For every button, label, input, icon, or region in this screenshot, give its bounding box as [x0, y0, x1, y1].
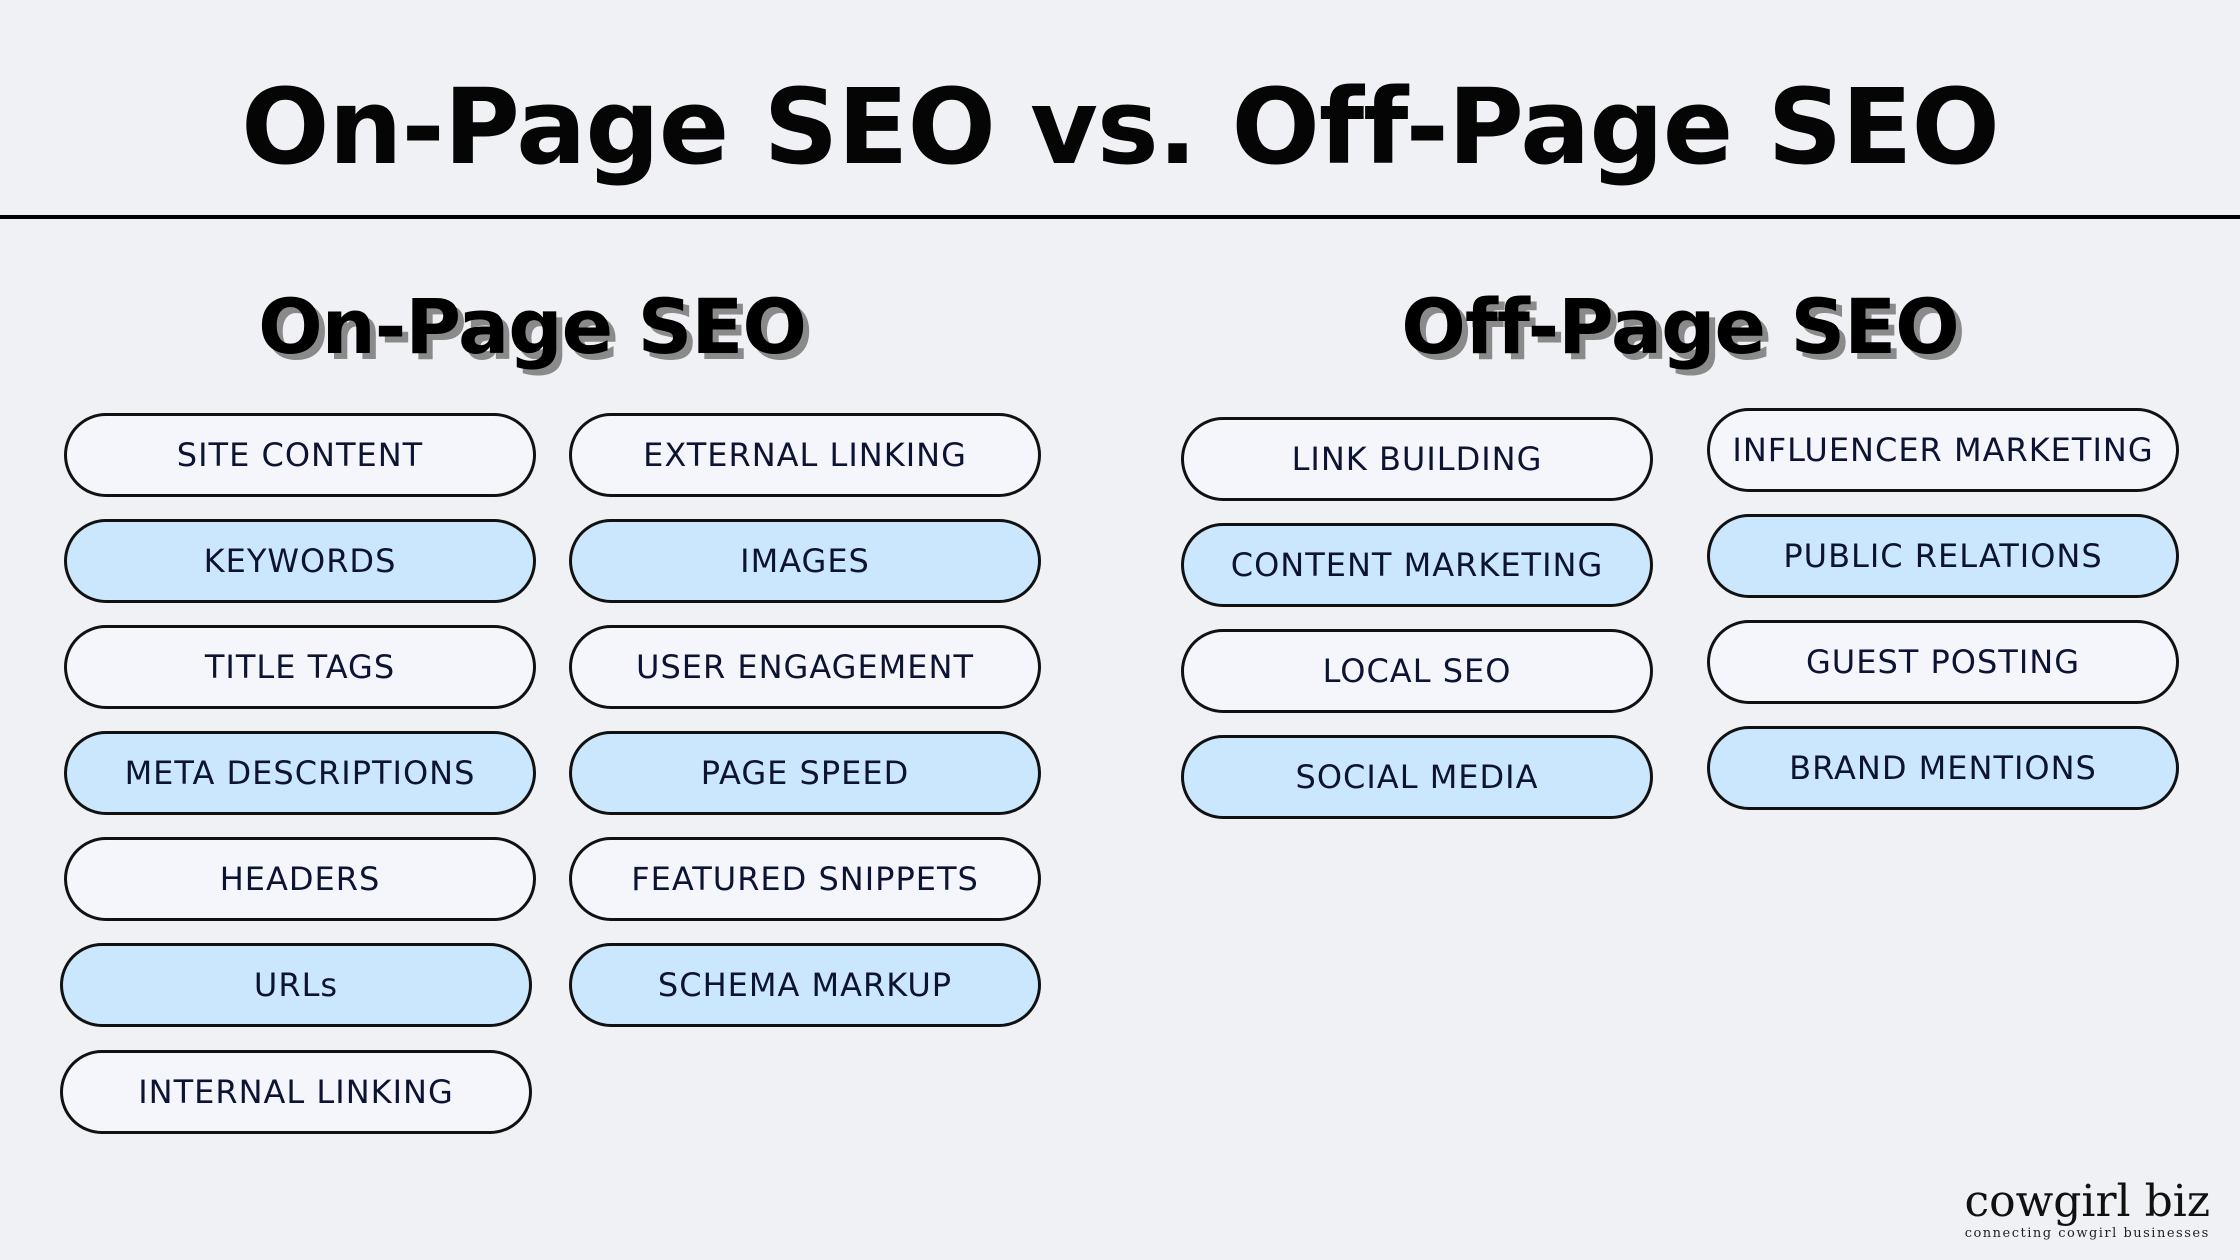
on-page-item-images: IMAGES [569, 519, 1041, 603]
on-page-item-headers: HEADERS [64, 837, 536, 921]
off-page-item-influencer-marketing: INFLUENCER MARKETING [1707, 408, 2179, 492]
on-page-item-external-linking: EXTERNAL LINKING [569, 413, 1041, 497]
on-page-item-urls: URLs [60, 943, 532, 1027]
on-page-item-site-content: SITE CONTENT [64, 413, 536, 497]
off-page-heading: Off-Page SEO [1401, 282, 1960, 371]
off-page-item-brand-mentions: BRAND MENTIONS [1707, 726, 2179, 810]
brand-logo: cowgirl biz connecting cowgirl businesse… [1964, 1176, 2210, 1242]
on-page-item-title-tags: TITLE TAGS [64, 625, 536, 709]
off-page-item-social-media: SOCIAL MEDIA [1181, 735, 1653, 819]
on-page-item-page-speed: PAGE SPEED [569, 731, 1041, 815]
off-page-item-link-building: LINK BUILDING [1181, 417, 1653, 501]
title-divider [0, 215, 2240, 219]
logo-name: cowgirl biz [1964, 1176, 2210, 1227]
on-page-item-internal-linking: INTERNAL LINKING [60, 1050, 532, 1134]
on-page-item-featured-snippets: FEATURED SNIPPETS [569, 837, 1041, 921]
logo-tagline: connecting cowgirl businesses [1964, 1226, 2210, 1241]
page-title: On-Page SEO vs. Off-Page SEO [241, 66, 2000, 188]
off-page-item-content-marketing: CONTENT MARKETING [1181, 523, 1653, 607]
on-page-item-meta-descriptions: META DESCRIPTIONS [64, 731, 536, 815]
on-page-item-keywords: KEYWORDS [64, 519, 536, 603]
off-page-item-local-seo: LOCAL SEO [1181, 629, 1653, 713]
on-page-item-schema-markup: SCHEMA MARKUP [569, 943, 1041, 1027]
on-page-item-user-engagement: USER ENGAGEMENT [569, 625, 1041, 709]
on-page-heading: On-Page SEO [258, 282, 807, 371]
off-page-item-public-relations: PUBLIC RELATIONS [1707, 514, 2179, 598]
off-page-item-guest-posting: GUEST POSTING [1707, 620, 2179, 704]
